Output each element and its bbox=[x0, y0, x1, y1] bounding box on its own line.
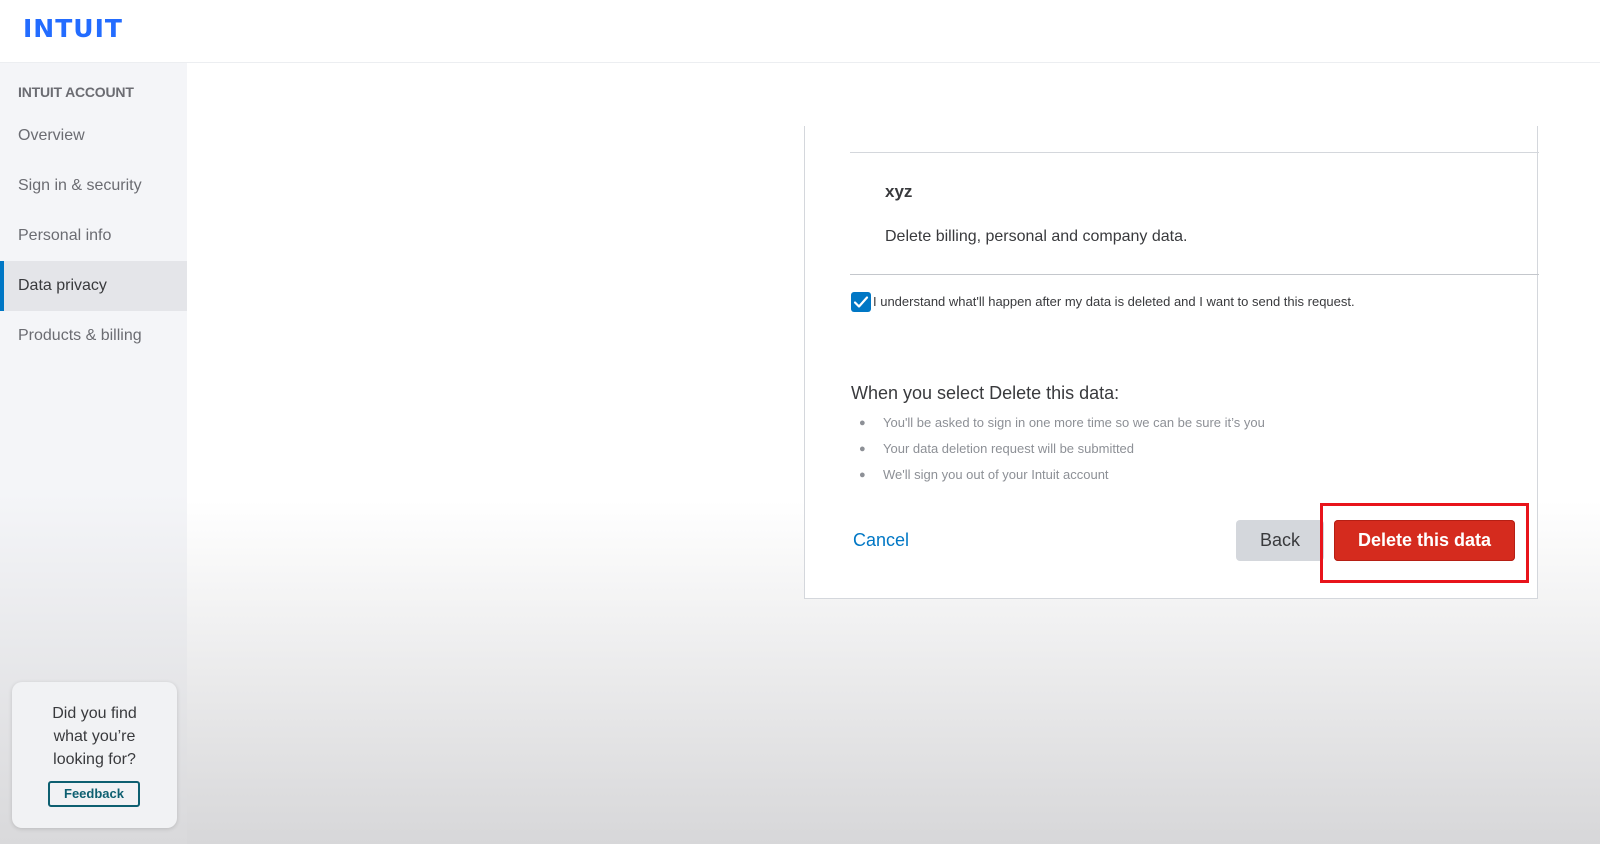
list-item-text: You'll be asked to sign in one more time… bbox=[883, 415, 1265, 430]
bullet-icon: ● bbox=[859, 417, 866, 429]
divider-middle bbox=[850, 274, 1539, 275]
feedback-prompt: Did you find what you’re looking for? bbox=[52, 705, 137, 768]
top-header: INTUIT bbox=[0, 0, 1600, 63]
feedback-card: Did you find what you’re looking for? Fe… bbox=[12, 682, 177, 828]
feedback-button[interactable]: Feedback bbox=[48, 781, 140, 807]
back-button[interactable]: Back bbox=[1236, 520, 1324, 561]
section-title: When you select Delete this data: bbox=[851, 383, 1120, 403]
divider-top bbox=[850, 152, 1539, 153]
sidebar-item-overview[interactable]: Overview bbox=[0, 111, 187, 161]
intuit-logo[interactable]: INTUIT bbox=[23, 14, 123, 43]
consequences-list: ● You'll be asked to sign in one more ti… bbox=[859, 413, 1265, 491]
list-item: ● We'll sign you out of your Intuit acco… bbox=[859, 465, 1265, 491]
confirm-checkbox-label[interactable]: I understand what'll happen after my dat… bbox=[873, 294, 1355, 309]
sidebar-item-sign-in-security[interactable]: Sign in & security bbox=[0, 161, 187, 211]
sidebar-item-data-privacy[interactable]: Data privacy bbox=[0, 261, 187, 311]
list-item-text: We'll sign you out of your Intuit accoun… bbox=[883, 467, 1109, 482]
bullet-icon: ● bbox=[859, 443, 866, 455]
account-description: Delete billing, personal and company dat… bbox=[885, 228, 1188, 245]
delete-data-card: xyz Delete billing, personal and company… bbox=[804, 126, 1539, 599]
delete-data-button[interactable]: Delete this data bbox=[1334, 520, 1515, 561]
sidebar: INTUIT ACCOUNT Overview Sign in & securi… bbox=[0, 63, 187, 844]
main-content: xyz Delete billing, personal and company… bbox=[187, 63, 1600, 844]
checkmark-icon bbox=[853, 296, 869, 308]
confirm-checkbox[interactable] bbox=[851, 292, 871, 312]
sidebar-heading: INTUIT ACCOUNT bbox=[18, 84, 134, 100]
account-name: xyz bbox=[885, 182, 913, 201]
list-item: ● You'll be asked to sign in one more ti… bbox=[859, 413, 1265, 439]
sidebar-item-personal-info[interactable]: Personal info bbox=[0, 211, 187, 261]
bullet-icon: ● bbox=[859, 469, 866, 481]
sidebar-item-products-billing[interactable]: Products & billing bbox=[0, 311, 187, 361]
list-item: ● Your data deletion request will be sub… bbox=[859, 439, 1265, 465]
cancel-link[interactable]: Cancel bbox=[853, 530, 909, 551]
list-item-text: Your data deletion request will be submi… bbox=[883, 441, 1135, 456]
